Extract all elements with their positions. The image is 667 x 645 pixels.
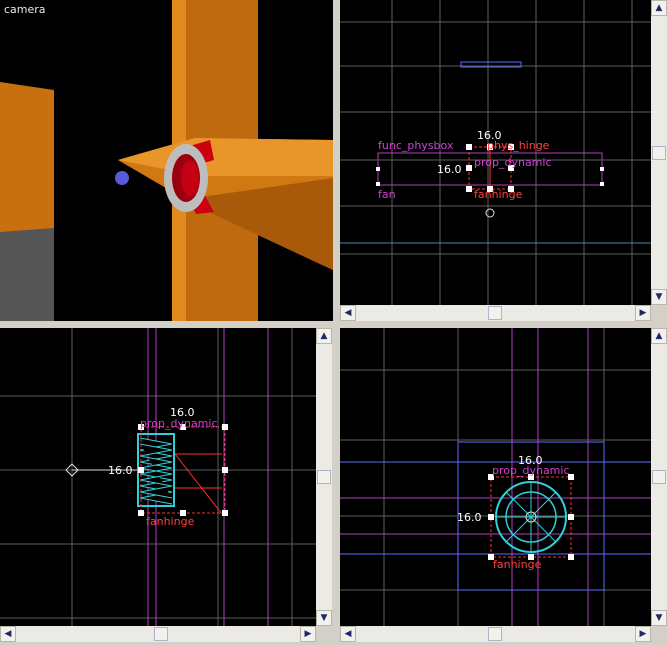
- label-fanhinge: fanhinge: [146, 515, 195, 528]
- scroll-right-icon[interactable]: ▶: [635, 305, 651, 321]
- top-hscrollbar[interactable]: ◀ ▶: [340, 305, 651, 321]
- dimension-width: 16.0: [477, 129, 502, 142]
- label-prop-dynamic: prop_dynamic: [492, 464, 570, 477]
- scroll-left-icon[interactable]: ◀: [0, 626, 16, 642]
- scroll-thumb[interactable]: [652, 146, 666, 160]
- side-hscrollbar[interactable]: ◀ ▶: [0, 626, 316, 642]
- label-prop-dynamic: prop_dynamic: [474, 156, 552, 169]
- scroll-down-icon[interactable]: ▼: [651, 610, 667, 626]
- dimension-height: 16.0: [457, 511, 482, 524]
- side-grid: 16.0 16.0 prop_dynamic fanhinge: [0, 328, 316, 626]
- label-prop-dynamic: prop_dynamic: [140, 417, 218, 430]
- label-fan: fan: [378, 188, 396, 201]
- scroll-thumb[interactable]: [652, 470, 666, 484]
- front-grid: 16.0 16.0 prop_dynamic fanhinge: [340, 328, 651, 626]
- camera-label: camera: [4, 3, 46, 16]
- scroll-up-icon[interactable]: ▲: [651, 0, 667, 16]
- left-wall-floor: [0, 228, 54, 321]
- camera-scene: [0, 0, 333, 321]
- side-viewport[interactable]: 16.0 16.0 prop_dynamic fanhinge: [0, 328, 316, 626]
- front-vscrollbar[interactable]: ▲ ▼: [651, 328, 667, 626]
- front-hscrollbar[interactable]: ◀ ▶: [340, 626, 651, 642]
- top-grid: func_physbox phys_hinge prop_dynamic fan…: [340, 0, 651, 305]
- dimension-height: 16.0: [437, 163, 462, 176]
- scroll-up-icon[interactable]: ▲: [316, 328, 332, 344]
- scroll-thumb[interactable]: [488, 627, 502, 641]
- scroll-thumb[interactable]: [317, 470, 331, 484]
- top-vscrollbar[interactable]: ▲ ▼: [651, 0, 667, 305]
- scroll-up-icon[interactable]: ▲: [651, 328, 667, 344]
- front-viewport[interactable]: 16.0 16.0 prop_dynamic fanhinge: [340, 328, 651, 626]
- scroll-thumb[interactable]: [488, 306, 502, 320]
- scroll-down-icon[interactable]: ▼: [316, 610, 332, 626]
- scroll-down-icon[interactable]: ▼: [651, 289, 667, 305]
- origin-sphere: [115, 171, 129, 185]
- camera-viewport[interactable]: camera: [0, 0, 333, 321]
- side-vscrollbar[interactable]: ▲ ▼: [316, 328, 332, 626]
- label-fanhinge: fanhinge: [493, 558, 542, 571]
- pivot-marker: [485, 208, 495, 218]
- label-func-physbox: func_physbox: [378, 139, 454, 152]
- top-viewport[interactable]: func_physbox phys_hinge prop_dynamic fan…: [340, 0, 651, 305]
- scroll-right-icon[interactable]: ▶: [635, 626, 651, 642]
- scroll-right-icon[interactable]: ▶: [300, 626, 316, 642]
- scroll-left-icon[interactable]: ◀: [340, 626, 356, 642]
- dimension-height: 16.0: [108, 464, 133, 477]
- label-fanhinge: fanhinge: [474, 188, 523, 201]
- scroll-left-icon[interactable]: ◀: [340, 305, 356, 321]
- scroll-thumb[interactable]: [154, 627, 168, 641]
